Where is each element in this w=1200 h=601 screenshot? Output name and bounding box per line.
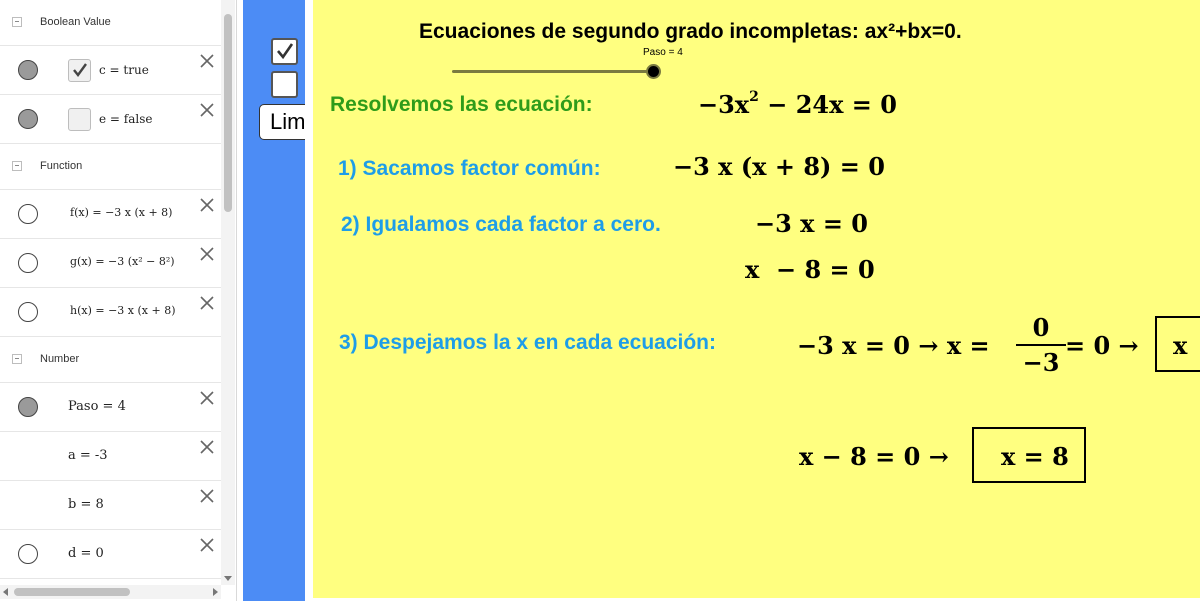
step3-eq1-start: −3 x = 0 → x = bbox=[797, 331, 990, 360]
step1-equation: −3 x (x + 8) = 0 bbox=[673, 152, 885, 181]
delete-icon[interactable] bbox=[198, 536, 216, 554]
eq-exponent: 2 bbox=[749, 89, 759, 105]
group-header-boolean[interactable]: Boolean Value bbox=[0, 0, 221, 46]
delete-icon[interactable] bbox=[198, 245, 216, 263]
step2-label: 2) Igualamos cada factor a cero. bbox=[341, 213, 661, 236]
step2-equation1: −3 x = 0 bbox=[755, 209, 868, 238]
step3-eq2-start: x − 8 = 0 → bbox=[799, 442, 949, 471]
step3-label: 3) Despejamos la x en cada ecuación: bbox=[339, 331, 716, 354]
algebra-list: Boolean Value c = true e = false Functio… bbox=[0, 0, 221, 585]
visibility-marble[interactable] bbox=[18, 544, 38, 564]
eq-part: −3x bbox=[698, 90, 750, 119]
row-text: e = false bbox=[99, 112, 153, 126]
vertical-scrollbar[interactable] bbox=[221, 0, 235, 585]
checkbox-c[interactable] bbox=[68, 59, 91, 82]
collapse-icon[interactable] bbox=[12, 354, 22, 364]
visibility-marble[interactable] bbox=[18, 109, 38, 129]
group-title: Boolean Value bbox=[40, 16, 111, 28]
checkbox-e-graphics[interactable] bbox=[271, 71, 298, 98]
scroll-thumb[interactable] bbox=[224, 14, 232, 212]
row-text: b = 8 bbox=[68, 497, 104, 512]
row-text: c = true bbox=[99, 63, 149, 77]
scroll-thumb[interactable] bbox=[14, 588, 130, 596]
result-text: x bbox=[1173, 331, 1188, 360]
row-text: f(x) = −3 x (x + 8) bbox=[70, 206, 173, 219]
collapse-icon[interactable] bbox=[12, 161, 22, 171]
group-header-number[interactable]: Number bbox=[0, 337, 221, 383]
page-title: Ecuaciones de segundo grado incompletas:… bbox=[419, 20, 962, 43]
fraction-bar bbox=[1016, 344, 1066, 346]
visibility-marble[interactable] bbox=[18, 204, 38, 224]
delete-icon[interactable] bbox=[198, 294, 216, 312]
fraction-numerator: 0 bbox=[1032, 313, 1050, 342]
step1-label: 1) Sacamos factor común: bbox=[338, 157, 601, 180]
paso-slider-knob[interactable] bbox=[646, 64, 661, 79]
checkbox-e[interactable] bbox=[68, 108, 91, 131]
av-row-e[interactable]: e = false bbox=[0, 95, 221, 144]
collapse-icon[interactable] bbox=[12, 17, 22, 27]
delete-icon[interactable] bbox=[198, 438, 216, 456]
step3-eq1-end: = 0 → bbox=[1065, 331, 1139, 360]
row-text: g(x) = −3 (x² − 8²) bbox=[70, 255, 175, 268]
slider-label: Paso = 4 bbox=[643, 47, 683, 58]
step0-label: Resolvemos las ecuación: bbox=[330, 93, 593, 116]
group-title: Function bbox=[40, 160, 83, 172]
fraction-denominator: −3 bbox=[1022, 348, 1060, 377]
eq-part: − 24x = 0 bbox=[758, 90, 897, 119]
paso-slider-track[interactable] bbox=[452, 70, 655, 73]
result-box-2: x = 8 bbox=[972, 427, 1086, 483]
visibility-marble[interactable] bbox=[18, 253, 38, 273]
row-text: Paso = 4 bbox=[68, 399, 126, 414]
visibility-marble[interactable] bbox=[18, 397, 38, 417]
delete-icon[interactable] bbox=[198, 196, 216, 214]
graphics-view: Ecuaciones de segundo grado incompletas:… bbox=[313, 0, 1200, 598]
checkbox-c-graphics[interactable] bbox=[271, 38, 298, 65]
divider bbox=[305, 0, 313, 601]
scroll-down-arrow-icon[interactable] bbox=[224, 576, 232, 581]
horizontal-scrollbar[interactable] bbox=[0, 585, 221, 599]
delete-icon[interactable] bbox=[198, 389, 216, 407]
algebra-view: Boolean Value c = true e = false Functio… bbox=[0, 0, 237, 601]
visibility-marble[interactable] bbox=[18, 302, 38, 322]
row-text: d = 0 bbox=[68, 546, 104, 561]
scroll-right-arrow-icon[interactable] bbox=[213, 588, 218, 596]
row-text: a = -3 bbox=[68, 448, 108, 463]
av-row-d[interactable]: d = 0 bbox=[0, 530, 221, 579]
delete-icon[interactable] bbox=[198, 101, 216, 119]
result-box-1: x bbox=[1155, 316, 1200, 372]
checkmark-icon bbox=[277, 43, 294, 60]
row-text: h(x) = −3 x (x + 8) bbox=[70, 304, 176, 317]
av-row-g[interactable]: g(x) = −3 (x² − 8²) bbox=[0, 239, 221, 288]
av-row-f[interactable]: f(x) = −3 x (x + 8) bbox=[0, 190, 221, 239]
result-text: x = 8 bbox=[1001, 442, 1069, 471]
checkmark-icon bbox=[73, 63, 87, 77]
av-row-c[interactable]: c = true bbox=[0, 46, 221, 95]
delete-icon[interactable] bbox=[198, 52, 216, 70]
av-row-h[interactable]: h(x) = −3 x (x + 8) bbox=[0, 288, 221, 337]
visibility-marble[interactable] bbox=[18, 60, 38, 80]
group-title: Number bbox=[40, 353, 80, 365]
scroll-left-arrow-icon[interactable] bbox=[3, 588, 8, 596]
step0-equation: −3x2 − 24x = 0 bbox=[698, 89, 897, 119]
delete-icon[interactable] bbox=[198, 487, 216, 505]
group-header-function[interactable]: Function bbox=[0, 144, 221, 190]
av-row-paso[interactable]: Paso = 4 bbox=[0, 383, 221, 432]
av-row-a[interactable]: a = -3 bbox=[0, 432, 221, 481]
av-row-b[interactable]: b = 8 bbox=[0, 481, 221, 530]
step2-equation2: x − 8 = 0 bbox=[745, 255, 875, 284]
step3-fraction: 0 −3 bbox=[1016, 313, 1066, 377]
